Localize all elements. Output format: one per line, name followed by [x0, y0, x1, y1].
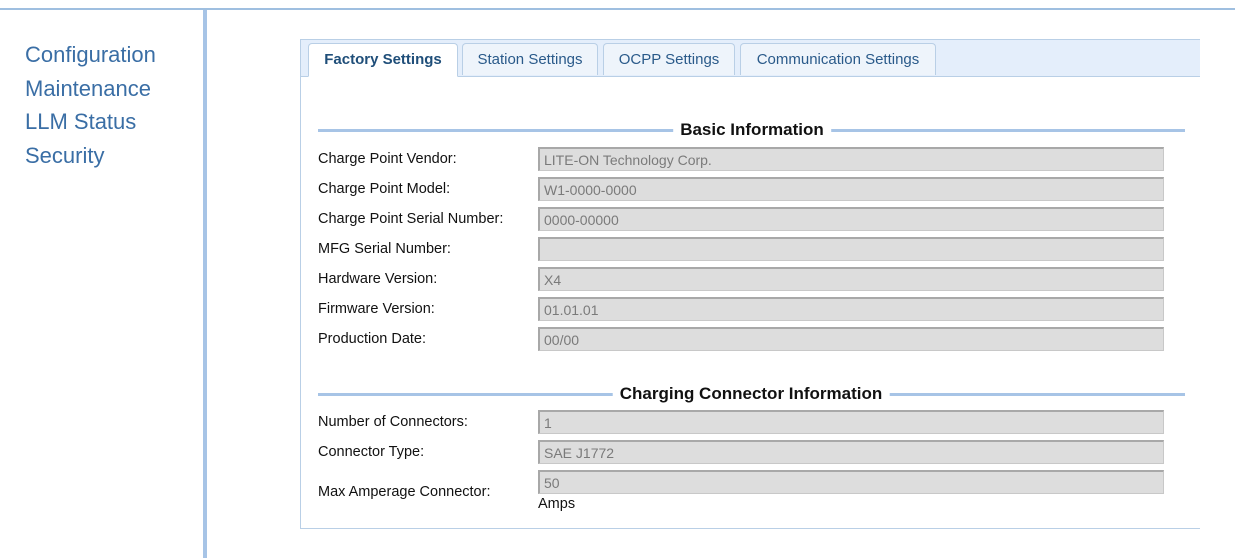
field-label: Connector Type:	[318, 444, 425, 460]
sidebar: Configuration Maintenance LLM Status Sec…	[0, 10, 203, 558]
field-label: Charge Point Model:	[318, 181, 451, 197]
sidebar-nav: Configuration Maintenance LLM Status Sec…	[25, 38, 156, 172]
field-label: Production Date:	[318, 331, 427, 347]
field-row-production-date: Production Date:	[318, 327, 1165, 353]
field-label: Hardware Version:	[318, 271, 438, 287]
field-label: Firmware Version:	[318, 301, 435, 317]
field-row-hardware-version: Hardware Version:	[318, 267, 1165, 293]
field-row-number-of-connectors: Number of Connectors:	[318, 410, 1165, 436]
serial-number-field[interactable]	[538, 207, 1164, 231]
settings-panel: Factory Settings Station Settings OCPP S…	[300, 39, 1200, 529]
hardware-version-field[interactable]	[538, 267, 1164, 291]
firmware-version-field[interactable]	[538, 297, 1164, 321]
field-label: Number of Connectors:	[318, 414, 468, 430]
tab-factory-settings[interactable]: Factory Settings	[308, 43, 458, 77]
field-row-serial-number: Charge Point Serial Number:	[318, 207, 1165, 233]
field-row-max-amperage: Max Amperage Connector: Amps	[318, 470, 1165, 516]
section-title: Basic Information	[673, 119, 831, 141]
amperage-units: Amps	[538, 496, 576, 512]
model-field[interactable]	[538, 177, 1164, 201]
field-row-mfg-serial-number: MFG Serial Number:	[318, 237, 1165, 263]
field-row-vendor: Charge Point Vendor:	[318, 147, 1165, 173]
sidebar-item-security[interactable]: Security	[25, 139, 156, 173]
sidebar-item-maintenance[interactable]: Maintenance	[25, 72, 156, 106]
tab-station-settings[interactable]: Station Settings	[462, 43, 598, 75]
number-of-connectors-field[interactable]	[538, 410, 1164, 434]
production-date-field[interactable]	[538, 327, 1164, 351]
sidebar-divider	[203, 10, 207, 558]
section-title: Charging Connector Information	[612, 383, 890, 405]
max-amperage-field[interactable]	[538, 470, 1164, 494]
connector-type-field[interactable]	[538, 440, 1164, 464]
tab-communication-settings[interactable]: Communication Settings	[740, 43, 936, 75]
sidebar-item-llm-status[interactable]: LLM Status	[25, 105, 156, 139]
field-label: Charge Point Vendor:	[318, 151, 457, 167]
field-row-model: Charge Point Model:	[318, 177, 1165, 203]
field-row-firmware-version: Firmware Version:	[318, 297, 1165, 323]
mfg-serial-number-field[interactable]	[538, 237, 1164, 261]
vendor-field[interactable]	[538, 147, 1164, 171]
sidebar-item-configuration[interactable]: Configuration	[25, 38, 156, 72]
field-label: Charge Point Serial Number:	[318, 211, 504, 227]
tab-bar: Factory Settings Station Settings OCPP S…	[301, 40, 1200, 77]
connector-information-heading: Charging Connector Information	[318, 383, 1185, 405]
field-row-connector-type: Connector Type:	[318, 440, 1165, 466]
field-label: MFG Serial Number:	[318, 241, 451, 257]
tab-ocpp-settings[interactable]: OCPP Settings	[603, 43, 735, 75]
field-label: Max Amperage Connector:	[318, 484, 491, 500]
basic-information-heading: Basic Information	[318, 119, 1185, 141]
